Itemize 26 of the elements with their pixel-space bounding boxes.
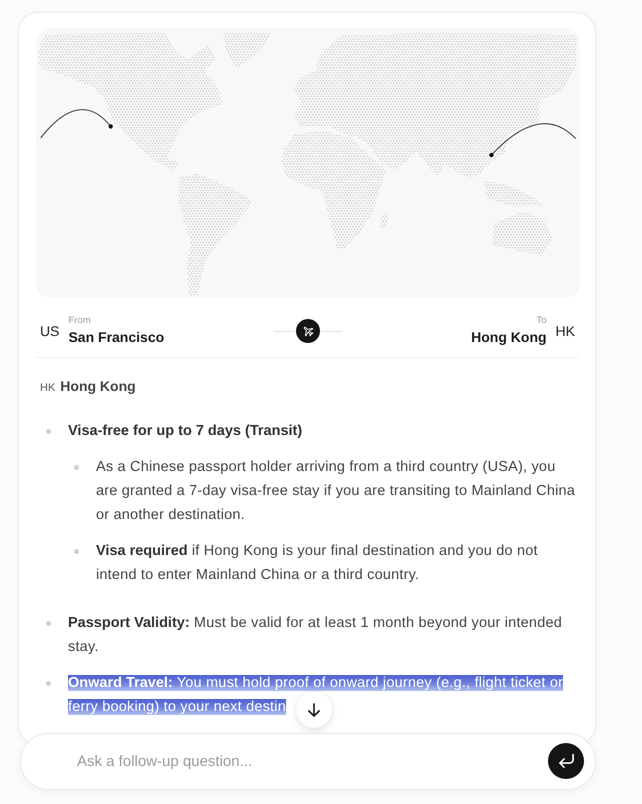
country-code: US [40,323,60,339]
location-marker-icon [108,124,113,129]
country-code: HK [556,323,575,339]
country-code: HK [40,381,56,396]
flight-path-line [40,109,112,138]
direction-label: From [68,315,92,327]
bullet-icon [46,428,51,434]
follow-up-input[interactable]: Ask a follow-up question... [20,733,596,790]
location-marker-icon [489,152,494,158]
requirement-text: Onward Travel: You must hold proof of onward journey (e.g., flight ticket or ferry booking) to your next destin [68,674,564,717]
return-arrow-icon [558,754,574,768]
requirement-text: Visa required if Hong Kong is your final destination and you do not intend to enter Mainland China or a third country. [96,542,539,585]
requirement-text: As a Chinese passport holder arriving from a third country (USA), you are granted a 7-day visa-free stay if you are transiting to Mainland China or another destination. [96,458,576,525]
requirement-heading: Visa-free for up to 7 days (Transit) [68,422,302,441]
city-name: San Francisco [68,328,164,347]
destination-name: Hong Kong [60,377,136,396]
city-name: Hong Kong [471,328,547,347]
airplane-icon [296,319,320,343]
bullet-icon [74,464,79,470]
bullet-icon [46,620,51,626]
scroll-down-button[interactable] [296,692,332,728]
requirement-text: Passport Validity: Must be valid for at least 1 month beyond your intended stay. [68,614,563,657]
bullet-icon [74,548,79,554]
bullet-icon [46,680,51,686]
arrow-down-icon [308,703,320,717]
direction-label: To [536,315,547,327]
